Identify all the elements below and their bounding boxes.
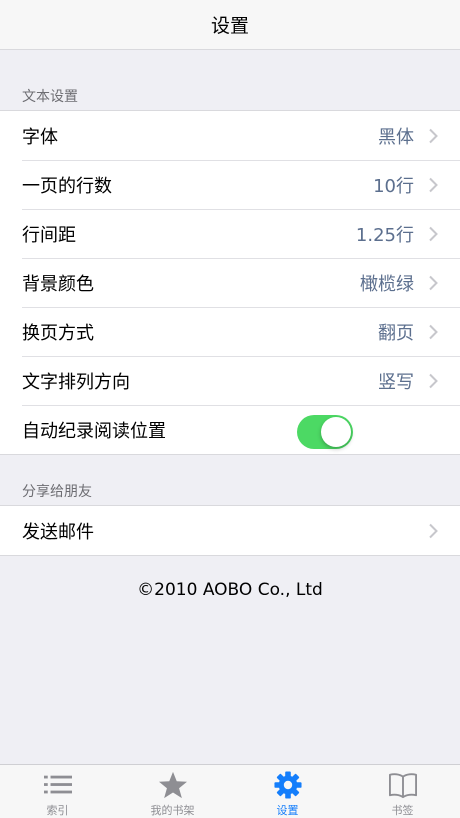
page-turn-mode-row[interactable]: 换页方式 翻页 bbox=[0, 307, 460, 356]
star-icon bbox=[158, 771, 187, 799]
auto-save-position-label: 自动纪录阅读位置 bbox=[22, 420, 166, 442]
share-group: 发送邮件 bbox=[0, 505, 460, 556]
settings-screen: 设置 文本设置 字体 黑体 一页的行数 10行 行间距 1.25行 背景颜色 橄… bbox=[0, 0, 460, 818]
chevron-right-icon bbox=[429, 324, 438, 339]
text-direction-value: 竖写 bbox=[378, 371, 414, 393]
line-spacing-label: 行间距 bbox=[22, 224, 76, 246]
tab-index[interactable]: 索引 bbox=[0, 765, 115, 818]
text-direction-row[interactable]: 文字排列方向 竖写 bbox=[0, 356, 460, 405]
gear-icon bbox=[273, 771, 302, 799]
tab-label: 设置 bbox=[276, 804, 299, 817]
font-row[interactable]: 字体 黑体 bbox=[0, 111, 460, 160]
tab-my-bookshelf[interactable]: 我的书架 bbox=[115, 765, 230, 818]
font-value: 黑体 bbox=[378, 126, 414, 148]
page-turn-mode-label: 换页方式 bbox=[22, 322, 94, 344]
tab-label: 书签 bbox=[391, 804, 414, 817]
tab-bookmarks[interactable]: 书签 bbox=[345, 765, 460, 818]
line-spacing-value: 1.25行 bbox=[355, 224, 414, 246]
lines-per-page-value: 10行 bbox=[373, 175, 414, 197]
chevron-right-icon bbox=[429, 177, 438, 192]
section-header-text-settings: 文本设置 bbox=[22, 89, 78, 105]
chevron-right-icon bbox=[429, 373, 438, 388]
text-direction-label: 文字排列方向 bbox=[22, 371, 130, 393]
send-email-row[interactable]: 发送邮件 bbox=[0, 506, 460, 555]
auto-save-position-toggle[interactable] bbox=[297, 415, 353, 449]
lines-per-page-label: 一页的行数 bbox=[22, 175, 112, 197]
text-settings-group: 字体 黑体 一页的行数 10行 行间距 1.25行 背景颜色 橄榄绿 换页方式 … bbox=[0, 110, 460, 455]
tab-label: 索引 bbox=[46, 804, 69, 817]
page-turn-mode-value: 翻页 bbox=[378, 322, 414, 344]
auto-save-position-row: 自动纪录阅读位置 bbox=[0, 405, 460, 454]
copyright-text: ©2010 AOBO Co., Ltd bbox=[137, 580, 323, 600]
tab-label: 我的书架 bbox=[150, 804, 195, 817]
font-label: 字体 bbox=[22, 126, 58, 148]
list-icon bbox=[43, 775, 72, 794]
book-icon bbox=[388, 773, 417, 799]
chevron-right-icon bbox=[429, 226, 438, 241]
tab-settings[interactable]: 设置 bbox=[230, 765, 345, 818]
chevron-right-icon bbox=[429, 128, 438, 143]
background-color-label: 背景颜色 bbox=[22, 273, 94, 295]
chevron-right-icon bbox=[429, 523, 438, 538]
lines-per-page-row[interactable]: 一页的行数 10行 bbox=[0, 160, 460, 209]
section-header-share: 分享给朋友 bbox=[22, 484, 92, 500]
page-title: 设置 bbox=[210, 15, 249, 37]
tab-bar: 索引 我的书架 设置 书签 bbox=[0, 764, 460, 818]
line-spacing-row[interactable]: 行间距 1.25行 bbox=[0, 209, 460, 258]
navigation-bar: 设置 bbox=[0, 0, 460, 50]
chevron-right-icon bbox=[429, 275, 438, 290]
send-email-label: 发送邮件 bbox=[22, 521, 94, 543]
toggle-knob bbox=[321, 417, 351, 447]
background-color-value: 橄榄绿 bbox=[360, 273, 414, 295]
background-color-row[interactable]: 背景颜色 橄榄绿 bbox=[0, 258, 460, 307]
